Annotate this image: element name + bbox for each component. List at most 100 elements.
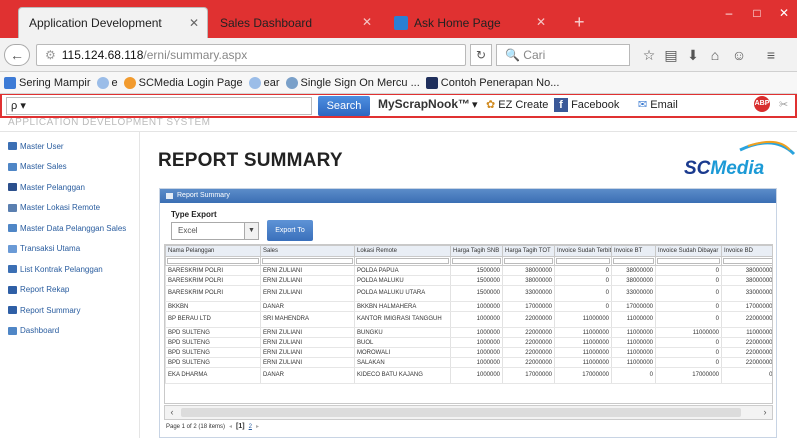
close-icon[interactable]: ✕ (536, 15, 546, 29)
adblock-icon[interactable]: ABP (754, 96, 770, 112)
next-page-icon[interactable]: ▸ (256, 423, 259, 430)
filter-input[interactable] (356, 258, 449, 264)
bookmark-sso-mercu[interactable]: Single Sign On Mercu ... (285, 76, 420, 89)
table-cell: 33000000 (721, 285, 772, 302)
filter-input[interactable] (723, 258, 772, 264)
column-header[interactable]: Invoice Sudah Dibayar (655, 245, 722, 257)
filter-input[interactable] (657, 258, 720, 264)
reading-list-icon[interactable]: ▤ (662, 46, 680, 64)
toolbar-brand[interactable]: MyScrapNook™ (378, 97, 470, 111)
back-arrow-icon[interactable]: ← (4, 44, 30, 66)
scroll-left-icon[interactable]: ‹ (165, 406, 179, 419)
toolbar-ez-create[interactable]: ✿ EZ Create (486, 98, 548, 111)
close-icon[interactable]: ✕ (189, 16, 199, 30)
sidebar-item-transaksi-utama[interactable]: Transaksi Utama (0, 239, 139, 260)
tools-icon[interactable]: ✂ (779, 98, 788, 111)
menu-item-icon (8, 306, 17, 315)
address-bar[interactable]: ⚙ 115.124.68.118/erni/summary.aspx (36, 44, 466, 66)
table-row[interactable]: BPD SULTENG ERNI ZULIANI MOROWALI 1000000 22… (165, 347, 772, 358)
chat-icon[interactable]: ☺ (730, 46, 748, 64)
column-header[interactable]: Invoice BD (721, 245, 772, 257)
menu-icon[interactable]: ≡ (762, 46, 780, 64)
new-tab-button[interactable]: + (574, 12, 585, 33)
sidebar-item-report-rekap[interactable]: Report Rekap (0, 280, 139, 301)
table-cell: 17000000 (721, 301, 772, 312)
column-header[interactable]: Nama Pelanggan (165, 245, 261, 257)
sidebar-item-master-data-pelanggan-sales[interactable]: Master Data Pelanggan Sales (0, 218, 139, 239)
export-button[interactable]: Export To (267, 220, 313, 241)
close-icon[interactable]: ✕ (362, 15, 372, 29)
filter-input[interactable] (452, 258, 501, 264)
table-cell: 0 (554, 275, 612, 286)
bookmark-ear[interactable]: ear (248, 76, 280, 89)
toolbar-dropdown-icon[interactable]: ▾ (472, 98, 478, 111)
column-header[interactable]: Harga Tagih TOT (502, 245, 555, 257)
chevron-down-icon[interactable]: ▼ (244, 223, 258, 239)
sidebar-item-master-lokasi-remote[interactable]: Master Lokasi Remote (0, 198, 139, 219)
close-window-button[interactable]: ✕ (771, 4, 797, 22)
sidebar-item-report-summary[interactable]: Report Summary (0, 300, 139, 321)
table-row[interactable]: BARESKRIM POLRI ERNI ZULIANI POLDA MALUKU … (165, 285, 772, 302)
table-row[interactable]: BP BERAU LTD SRI MAHENDRA KANTOR IMIGRASI … (165, 311, 772, 328)
tab-application-development[interactable]: Application Development ✕ (18, 7, 208, 38)
table-row[interactable]: BARESKRIM POLRI ERNI ZULIANI POLDA MALUKU 1… (165, 275, 772, 286)
sidebar-item-master-sales[interactable]: Master Sales (0, 157, 139, 178)
table-cell: POLDA MALUKU UTARA (354, 285, 451, 302)
star-bookmark-icon[interactable]: ☆ (640, 46, 658, 64)
column-header[interactable]: Invoice Sudah Terbit (554, 245, 612, 257)
pager-page-2[interactable]: 2 (249, 424, 252, 430)
tab-sales-dashboard[interactable]: Sales Dashboard ✕ (210, 7, 380, 38)
filter-input[interactable] (556, 258, 610, 264)
table-cell: 0 (655, 301, 722, 312)
tab-label: Application Development (29, 16, 162, 30)
horizontal-scrollbar[interactable]: ‹ › (164, 405, 773, 420)
table-row[interactable]: EKA DHARMA DANAR KIDECO BATU KAJANG 1000000… (165, 367, 772, 384)
column-header[interactable]: Lokasi Remote (354, 245, 451, 257)
filter-cell (655, 256, 722, 266)
tab-ask-home-page[interactable]: Ask Home Page ✕ (384, 7, 554, 38)
table-cell: 0 (554, 265, 612, 276)
scrollbar-thumb[interactable] (181, 408, 741, 417)
table-cell: 11000000 (554, 357, 612, 368)
type-export-select[interactable]: Excel ▼ (171, 222, 259, 240)
filter-input[interactable] (262, 258, 353, 264)
minimize-button[interactable]: – (716, 4, 742, 22)
toolbar-search-button[interactable]: Search (318, 96, 370, 116)
home-icon[interactable]: ⌂ (706, 46, 724, 64)
table-cell: POLDA MALUKU (354, 275, 451, 286)
table-row[interactable]: BPD SULTENG ERNI ZULIANI SALAKAN 1000000 220… (165, 357, 772, 368)
filter-input[interactable] (504, 258, 553, 264)
filter-input[interactable] (167, 258, 259, 264)
sidebar-item-dashboard[interactable]: Dashboard (0, 321, 139, 342)
scroll-right-icon[interactable]: › (758, 406, 772, 419)
filter-input[interactable] (613, 258, 654, 264)
table-cell: BARESKRIM POLRI (165, 285, 261, 302)
maximize-button[interactable]: □ (744, 4, 770, 22)
bookmark-sering-mampir[interactable]: Sering Mampir (4, 76, 91, 89)
download-icon[interactable]: ⬇ (684, 46, 702, 64)
table-row[interactable]: BARESKRIM POLRI ERNI ZULIANI POLDA PAPUA 15… (165, 265, 772, 276)
sidebar-item-master-pelanggan[interactable]: Master Pelanggan (0, 177, 139, 198)
toolbar-search-input[interactable]: ρ ▾ (6, 97, 312, 115)
report-summary-panel: Report Summary Type Export Excel ▼ Expor… (159, 188, 777, 438)
table-row[interactable]: BPD SULTENG ERNI ZULIANI BUOL 1000000 220000… (165, 337, 772, 348)
table-row[interactable]: BKKBN DANAR BKKBN HALMAHERA 1000000 17000000… (165, 301, 772, 312)
table-cell: BKKBN HALMAHERA (354, 301, 451, 312)
toolbar-facebook[interactable]: f Facebook (554, 98, 619, 112)
column-header[interactable]: Harga Tagih SNB (450, 245, 503, 257)
bookmark-scmedia-login[interactable]: SCMedia Login Page (123, 76, 243, 89)
toolbar-email[interactable]: ✉ Email (638, 98, 678, 111)
reload-icon[interactable]: ↻ (470, 44, 492, 66)
table-row[interactable]: BPD SULTENG ERNI ZULIANI BUNGKU 1000000 2200… (165, 327, 772, 338)
search-input[interactable]: 🔍 Cari (496, 44, 630, 66)
column-header[interactable]: Sales (260, 245, 355, 257)
sidebar-item-master-user[interactable]: Master User (0, 136, 139, 157)
sidebar-item-list-kontrak-pelanggan[interactable]: List Kontrak Pelanggan (0, 259, 139, 280)
bookmark-e[interactable]: e (96, 76, 118, 89)
column-header[interactable]: Invoice BT (611, 245, 656, 257)
site-info-icon[interactable]: ⚙ (45, 48, 56, 62)
filter-cell (611, 256, 656, 266)
bookmark-contoh-penerapan[interactable]: Contoh Penerapan No... (425, 76, 559, 89)
prev-page-icon[interactable]: ◂ (229, 423, 232, 430)
table-cell: 1000000 (450, 301, 503, 312)
